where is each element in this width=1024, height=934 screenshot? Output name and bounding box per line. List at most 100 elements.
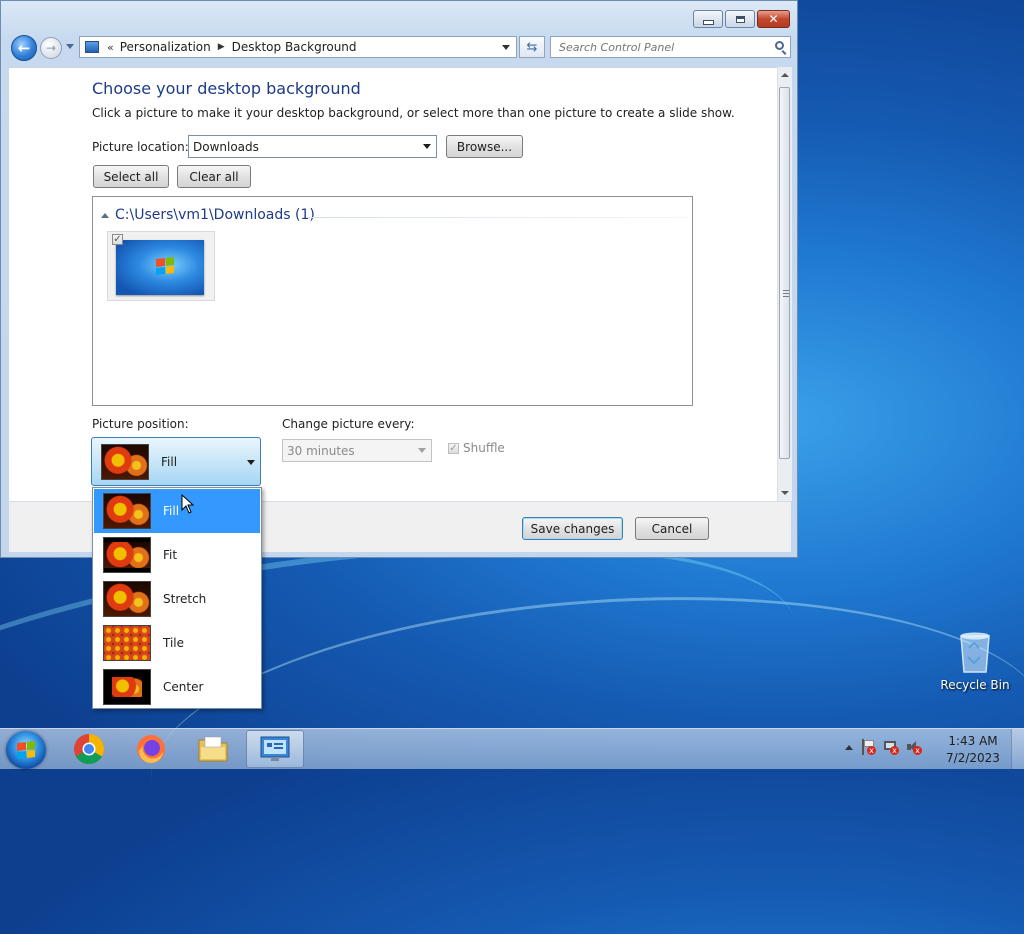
search-input[interactable] (557, 39, 761, 55)
maximize-button[interactable] (725, 10, 755, 28)
position-option-label: Stretch (163, 592, 207, 606)
picture-position-select[interactable]: Fill (91, 437, 261, 486)
clock-time: 1:43 AM (948, 734, 998, 748)
forward-button[interactable]: → (40, 37, 62, 59)
back-button[interactable]: ← (11, 35, 37, 61)
fill-preview-image (103, 493, 151, 529)
network-icon[interactable]: x (883, 739, 899, 755)
change-picture-select: 30 minutes (282, 439, 432, 462)
shuffle-label: Shuffle (463, 441, 505, 455)
minimize-icon (702, 19, 714, 25)
mouse-cursor-icon (181, 493, 195, 517)
taskbar-clock[interactable]: 1:43 AM 7/2/2023 (938, 733, 1008, 767)
forward-arrow-icon: → (45, 41, 57, 55)
gallery-group-header[interactable]: C:\Users\vm1\Downloads (1) (101, 207, 315, 223)
chrome-taskbar-button[interactable] (60, 730, 118, 768)
position-option-label: Fill (163, 504, 180, 518)
navigation-bar: ← → « Personalization ▶ Desktop Backgrou… (9, 35, 791, 61)
refresh-icon: ⇆ (526, 39, 538, 55)
picture-position-value: Fill (161, 454, 178, 469)
control-panel-icon (85, 41, 99, 53)
chevron-down-icon (247, 460, 255, 465)
browse-button[interactable]: Browse... (446, 135, 523, 158)
close-icon: ✕ (768, 12, 779, 26)
select-all-button[interactable]: Select all (93, 165, 169, 188)
scroll-down-icon[interactable] (781, 491, 789, 495)
address-overflow-chevron[interactable]: « (107, 41, 114, 54)
position-option-fill[interactable]: Fill (94, 489, 260, 533)
position-option-label: Fit (163, 548, 178, 562)
maximize-icon (735, 15, 745, 23)
search-box[interactable] (550, 36, 791, 58)
chevron-down-icon (423, 144, 431, 149)
wallpaper-checkbox[interactable]: ✓ (112, 234, 123, 245)
change-picture-value: 30 minutes (287, 443, 355, 458)
scroll-grip-icon (783, 290, 789, 297)
picture-location-select[interactable]: Downloads (188, 135, 437, 158)
clear-all-button[interactable]: Clear all (177, 165, 251, 188)
position-option-label: Tile (163, 636, 185, 650)
firefox-taskbar-button[interactable] (122, 730, 180, 768)
control-panel-taskbar-button[interactable] (246, 730, 304, 768)
position-option-tile[interactable]: Tile (94, 621, 260, 665)
recent-pages-dropdown[interactable] (66, 44, 74, 49)
wallpaper-thumbnail[interactable]: ✓ (107, 231, 215, 301)
position-option-center[interactable]: Center (94, 665, 260, 709)
recycle-bin-label: Recycle Bin (940, 678, 1010, 692)
collapse-triangle-icon (101, 212, 109, 218)
recycle-bin-icon (958, 630, 992, 674)
show-hidden-icons-button[interactable] (845, 744, 853, 750)
caption-buttons: ✕ (693, 10, 790, 28)
page-description: Click a picture to make it your desktop … (92, 106, 735, 120)
change-picture-label: Change picture every: (282, 417, 415, 431)
explorer-taskbar-button[interactable] (184, 730, 242, 768)
firefox-icon (137, 735, 165, 763)
breadcrumb-arrow-icon[interactable]: ▶ (218, 42, 225, 52)
windows-logo-icon (17, 741, 35, 759)
position-option-fit[interactable]: Fit (94, 533, 260, 577)
refresh-button[interactable]: ⇆ (519, 36, 545, 58)
gallery-group-title: C:\Users\vm1\Downloads (1) (115, 207, 315, 223)
save-changes-button[interactable]: Save changes (522, 517, 623, 540)
position-option-label: Center (163, 680, 204, 694)
recycle-bin[interactable]: Recycle Bin (940, 630, 1010, 692)
scroll-thumb[interactable] (779, 87, 790, 459)
show-desktop-button[interactable] (1011, 729, 1024, 769)
windows-logo-icon (156, 257, 174, 275)
group-divider (307, 217, 687, 218)
start-button[interactable] (6, 731, 46, 769)
folder-icon (198, 736, 228, 762)
position-option-stretch[interactable]: Stretch (94, 577, 260, 621)
close-button[interactable]: ✕ (757, 10, 790, 28)
address-dropdown-icon[interactable] (502, 45, 510, 50)
picture-location-label: Picture location: (92, 140, 189, 154)
breadcrumb-desktop-background[interactable]: Desktop Background (232, 40, 357, 54)
action-center-icon[interactable]: x (860, 739, 876, 755)
tile-preview-image (103, 625, 151, 661)
picture-location-value: Downloads (193, 139, 259, 154)
center-preview-image (103, 669, 151, 705)
picture-position-dropdown: Fill Fit Stretch Tile Center (92, 487, 262, 709)
minimize-button[interactable] (693, 10, 723, 28)
taskbar: x x x 1:43 AM 7/2/2023 (0, 728, 1024, 769)
picture-gallery: C:\Users\vm1\Downloads (1) ✓ (92, 196, 693, 406)
chevron-down-icon (418, 448, 426, 453)
address-bar[interactable]: « Personalization ▶ Desktop Background (79, 36, 517, 58)
search-icon[interactable] (775, 41, 784, 50)
chrome-icon (74, 733, 104, 765)
volume-muted-icon[interactable]: x (906, 739, 922, 755)
breadcrumb-personalization[interactable]: Personalization (120, 40, 211, 54)
cancel-button[interactable]: Cancel (635, 517, 709, 540)
clock-date: 7/2/2023 (946, 751, 1000, 765)
stretch-preview-image (103, 581, 151, 617)
back-arrow-icon: ← (17, 39, 31, 57)
windows-wallpaper-image (116, 240, 204, 295)
control-panel-icon (260, 736, 290, 761)
system-tray: x x x (845, 739, 922, 755)
scroll-up-icon[interactable] (781, 73, 789, 77)
picture-position-label: Picture position: (92, 417, 189, 431)
shuffle-checkbox: ✓ (448, 443, 459, 454)
fit-preview-image (103, 537, 151, 573)
vertical-scrollbar[interactable] (777, 67, 792, 501)
page-title: Choose your desktop background (92, 79, 361, 98)
